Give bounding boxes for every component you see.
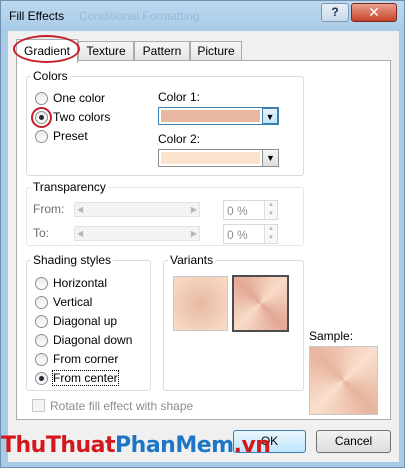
tab-texture[interactable]: Texture: [78, 41, 134, 61]
transparency-group: Transparency From: ◀ ▶ 0 % ▲ ▼ To: ◀ ▶ 0: [26, 180, 304, 246]
chevron-down-icon[interactable]: ▼: [262, 150, 278, 166]
chevron-down-icon[interactable]: ▼: [262, 108, 278, 124]
dialog-client-area: Gradient Texture Pattern Picture Colors …: [8, 31, 399, 462]
chevron-left-icon: ◀: [77, 229, 84, 238]
color2-swatch: [161, 152, 260, 164]
title-bar[interactable]: Fill Effects Conditional Formatting ? ✕: [1, 1, 404, 31]
variant-2[interactable]: [232, 275, 289, 332]
spin-up-icon[interactable]: ▲: [264, 225, 277, 234]
color1-swatch: [161, 110, 260, 122]
from-center-option[interactable]: From center: [35, 370, 145, 387]
from-corner-radio[interactable]: [35, 353, 48, 366]
diagonal-up-radio[interactable]: [35, 315, 48, 328]
shading-styles-group: Shading styles Horizontal Vertical Diago…: [26, 253, 151, 391]
one-color-radio[interactable]: [35, 92, 48, 105]
sample-preview: [309, 346, 378, 415]
preset-option[interactable]: Preset: [35, 129, 135, 145]
from-corner-option[interactable]: From corner: [35, 352, 145, 368]
one-color-option[interactable]: One color: [35, 91, 135, 107]
to-value: 0 %: [227, 228, 248, 242]
colors-group-title: Colors: [31, 69, 70, 83]
chevron-right-icon: ▶: [190, 229, 197, 238]
tab-pattern[interactable]: Pattern: [134, 41, 190, 61]
rotate-fill-label: Rotate fill effect with shape: [50, 399, 194, 413]
two-colors-label: Two colors: [53, 110, 111, 124]
color1-label: Color 1:: [158, 90, 201, 104]
vertical-option[interactable]: Vertical: [35, 295, 145, 311]
variant-1[interactable]: [173, 276, 228, 331]
diagonal-up-label: Diagonal up: [53, 314, 118, 328]
vertical-label: Vertical: [53, 295, 93, 309]
horizontal-radio[interactable]: [35, 277, 48, 290]
shading-styles-title: Shading styles: [31, 253, 114, 267]
cancel-button[interactable]: Cancel: [316, 430, 391, 453]
from-label: From:: [33, 202, 65, 216]
spin-down-icon[interactable]: ▼: [264, 234, 277, 243]
diagonal-down-label: Diagonal down: [53, 333, 133, 347]
diagonal-down-radio[interactable]: [35, 334, 48, 347]
from-value: 0 %: [227, 204, 248, 218]
chevron-left-icon: ◀: [77, 205, 84, 214]
from-spinner[interactable]: 0 % ▲ ▼: [223, 200, 278, 220]
horizontal-label: Horizontal: [53, 276, 108, 290]
vertical-radio[interactable]: [35, 296, 48, 309]
color1-dropdown[interactable]: ▼: [158, 107, 279, 125]
spin-down-icon[interactable]: ▼: [264, 210, 277, 219]
ok-button[interactable]: OK: [233, 430, 306, 453]
variants-title: Variants: [168, 253, 216, 267]
two-colors-option[interactable]: Two colors: [31, 107, 135, 128]
transparency-group-title: Transparency: [31, 180, 108, 194]
to-spinner[interactable]: 0 % ▲ ▼: [223, 224, 278, 244]
color2-dropdown[interactable]: ▼: [158, 149, 279, 167]
from-center-radio[interactable]: [35, 372, 48, 385]
from-corner-label: From corner: [53, 352, 119, 366]
two-colors-highlight-ring: [31, 107, 52, 128]
dialog-title: Fill Effects: [9, 9, 65, 23]
from-center-label: From center: [52, 370, 119, 386]
from-slider[interactable]: ◀ ▶: [74, 202, 200, 217]
tab-picture[interactable]: Picture: [190, 41, 242, 61]
diagonal-down-option[interactable]: Diagonal down: [35, 333, 145, 349]
gradient-tab-highlight-ring: [13, 35, 80, 63]
diagonal-up-option[interactable]: Diagonal up: [35, 314, 145, 330]
spin-up-icon[interactable]: ▲: [264, 201, 277, 210]
one-color-label: One color: [53, 91, 106, 105]
to-slider[interactable]: ◀ ▶: [74, 226, 200, 241]
color2-label: Color 2:: [158, 132, 201, 146]
rotate-fill-checkbox[interactable]: [32, 399, 45, 412]
variants-group: Variants: [163, 253, 304, 391]
sample-label: Sample:: [309, 329, 354, 343]
preset-label: Preset: [53, 129, 88, 143]
colors-group: Colors One color Two colors Preset Color…: [26, 69, 304, 176]
horizontal-option[interactable]: Horizontal: [35, 276, 145, 292]
background-window-title: Conditional Formatting: [79, 9, 200, 23]
chevron-right-icon: ▶: [190, 205, 197, 214]
gradient-panel: Colors One color Two colors Preset Color…: [16, 60, 391, 420]
close-button[interactable]: ✕: [351, 3, 397, 22]
close-icon: ✕: [368, 4, 380, 20]
fill-effects-dialog: Fill Effects Conditional Formatting ? ✕ …: [0, 0, 405, 468]
preset-radio[interactable]: [35, 130, 48, 143]
help-button[interactable]: ?: [321, 3, 349, 22]
to-label: To:: [33, 226, 50, 240]
